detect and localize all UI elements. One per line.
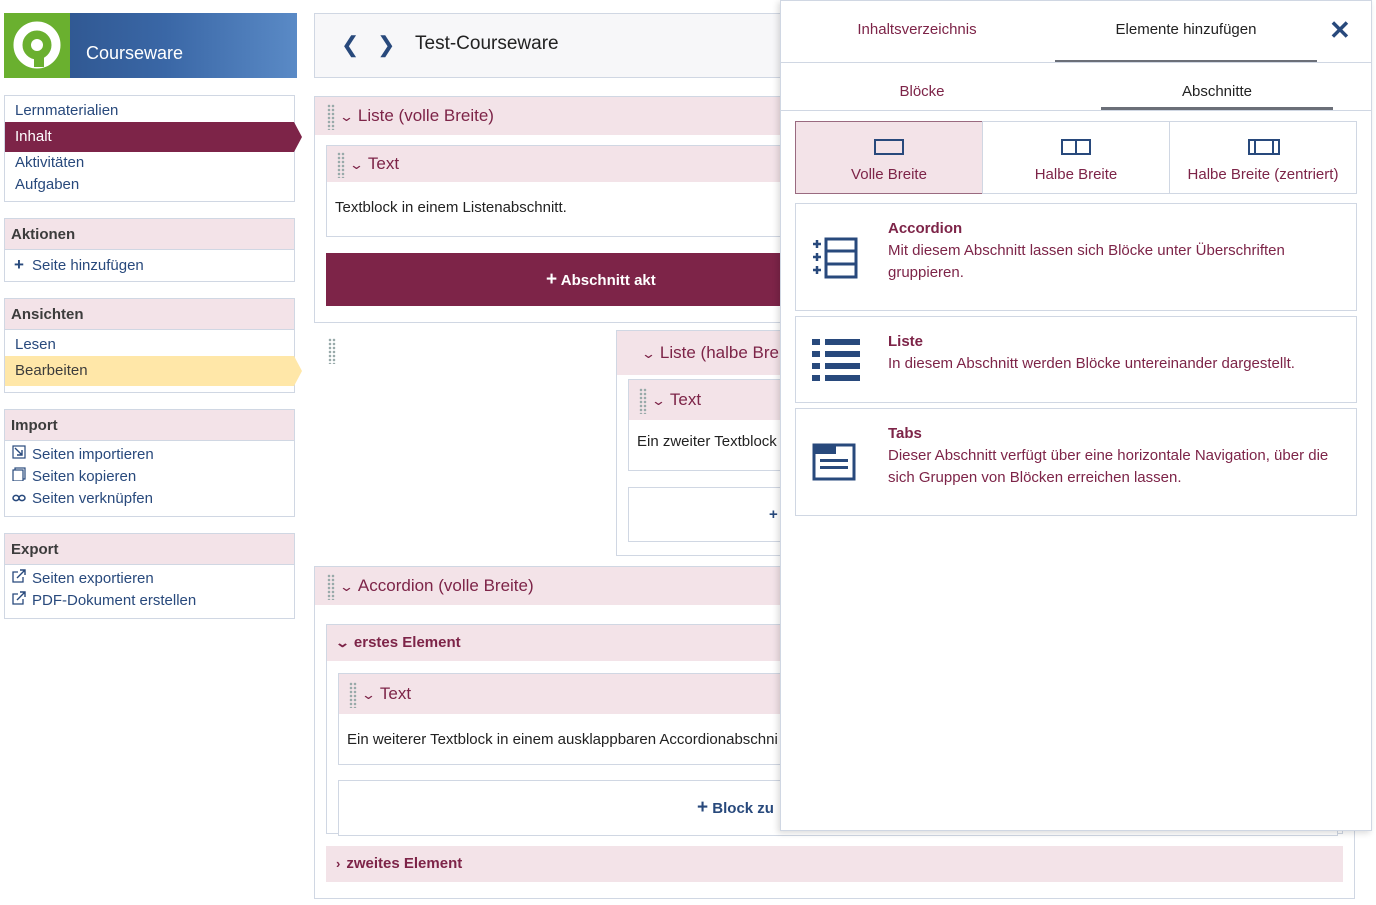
section-list-half: ⌄ Liste (halbe Brei ⌄ Text Ein zweiter Tex… bbox=[616, 330, 798, 556]
chevron-down-icon[interactable]: ⌄ bbox=[361, 675, 376, 715]
section-list-full: ⌄ Liste (volle Breite) ⌄ Text Textblock in… bbox=[314, 96, 796, 323]
chevron-down-icon[interactable]: ⌄ bbox=[339, 568, 354, 606]
block-header[interactable]: ⌄ Text bbox=[629, 380, 797, 420]
section-header[interactable]: ⌄ Liste (volle Breite) bbox=[315, 97, 793, 135]
add-page-link[interactable]: + Seite hinzufügen bbox=[5, 254, 294, 276]
page-topbar: ❮ ❯ Test-Courseware bbox=[314, 13, 794, 78]
accordion-item-2[interactable]: › zweites Element bbox=[326, 846, 1343, 882]
block-text: Ein weiterer Textblock in einem ausklapp… bbox=[347, 731, 778, 748]
layout-half-centered[interactable]: Halbe Breite (zentriert) bbox=[1169, 121, 1357, 194]
layout-half-icon bbox=[1061, 139, 1091, 155]
option-tabs[interactable]: Tabs Dieser Abschnitt verfügt über eine … bbox=[795, 408, 1357, 516]
sidebar-views: Ansichten Lesen Bearbeiten bbox=[4, 298, 302, 393]
view-read-link[interactable]: Lesen bbox=[5, 334, 294, 356]
block-header[interactable]: ⌄ Text bbox=[327, 146, 795, 182]
link-pages-link[interactable]: Seiten verknüpfen bbox=[5, 488, 294, 510]
accordion-icon bbox=[813, 237, 858, 279]
tabs-icon bbox=[812, 443, 856, 481]
chevron-right-icon[interactable]: ❯ bbox=[377, 32, 395, 58]
text-block: ⌄ Text Textblock in einem Listenabschnitt… bbox=[326, 145, 796, 237]
drag-handle-icon[interactable] bbox=[337, 151, 345, 178]
drag-handle-icon[interactable] bbox=[327, 103, 335, 130]
logo-icon bbox=[4, 13, 70, 78]
sidebar-import-title: Import bbox=[5, 410, 294, 441]
tab-toc[interactable]: Inhaltsverzeichnis bbox=[781, 21, 1053, 38]
drag-handle-icon[interactable] bbox=[349, 681, 357, 708]
block-text: Ein zweiter Textblock bbox=[637, 433, 777, 450]
sidebar-item-aktivitaeten[interactable]: Aktivitäten bbox=[5, 152, 294, 174]
sidebar-views-title: Ansichten bbox=[5, 299, 294, 330]
text-block: ⌄ Text Ein zweiter Textblock bbox=[628, 379, 798, 471]
sidebar-nav: Lernmaterialien Inhalt Aktivitäten Aufga… bbox=[4, 95, 302, 202]
sidebar-import: Import Seiten importieren Seiten kopiere… bbox=[4, 409, 295, 517]
sidebar-item-aufgaben[interactable]: Aufgaben bbox=[5, 174, 294, 196]
sidebar-actions-title: Aktionen bbox=[5, 219, 294, 250]
add-section-button[interactable]: + Abschnitt akt bbox=[326, 253, 796, 306]
divider bbox=[781, 110, 1371, 111]
list-icon bbox=[812, 339, 860, 381]
layout-full-width[interactable]: Volle Breite bbox=[795, 121, 983, 194]
plus-icon: + bbox=[697, 797, 709, 818]
chevron-down-icon[interactable]: ⌄ bbox=[651, 381, 666, 421]
export-icon bbox=[11, 568, 27, 590]
layout-half-width[interactable]: Halbe Breite bbox=[982, 121, 1170, 194]
add-elements-panel: Inhaltsverzeichnis Elemente hinzufügen ✕… bbox=[780, 0, 1372, 831]
export-icon bbox=[11, 590, 27, 612]
chevron-left-icon[interactable]: ❮ bbox=[341, 32, 359, 58]
tab-sections[interactable]: Abschnitte bbox=[1101, 83, 1333, 110]
app-logo[interactable]: Courseware bbox=[4, 13, 297, 78]
import-pages-link[interactable]: Seiten importieren bbox=[5, 444, 294, 466]
app-title: Courseware bbox=[86, 43, 184, 63]
chevron-down-icon[interactable]: ⌄ bbox=[349, 147, 364, 183]
chevron-down-icon[interactable]: ⌄ bbox=[641, 332, 656, 376]
sidebar-export-title: Export bbox=[5, 534, 294, 565]
section-header[interactable]: ⌄ Liste (halbe Brei bbox=[617, 331, 793, 375]
export-pages-link[interactable]: Seiten exportieren bbox=[5, 568, 294, 590]
view-edit-link[interactable]: Bearbeiten bbox=[5, 356, 302, 386]
chevron-down-icon[interactable]: ⌄ bbox=[339, 98, 354, 136]
sidebar-actions: Aktionen + Seite hinzufügen bbox=[4, 218, 295, 282]
layout-centered-icon bbox=[1248, 139, 1280, 155]
option-list[interactable]: Liste In diesem Abschnitt werden Blöcke … bbox=[795, 316, 1357, 403]
plus-icon: + bbox=[546, 269, 558, 290]
sidebar-export: Export Seiten exportieren PDF-Dokument e… bbox=[4, 533, 295, 619]
chevron-right-icon[interactable]: › bbox=[336, 846, 340, 882]
close-icon[interactable]: ✕ bbox=[1329, 15, 1351, 46]
import-icon bbox=[11, 444, 27, 466]
tab-add-elements[interactable]: Elemente hinzufügen bbox=[1055, 21, 1317, 63]
plus-icon: + bbox=[14, 255, 24, 274]
copy-pages-link[interactable]: Seiten kopieren bbox=[5, 466, 294, 488]
block-text: Textblock in einem Listenabschnitt. bbox=[335, 199, 567, 216]
copy-icon bbox=[11, 466, 27, 488]
drag-handle-icon[interactable] bbox=[328, 338, 336, 364]
add-block-button[interactable]: + bbox=[628, 487, 798, 542]
drag-handle-icon[interactable] bbox=[327, 573, 335, 600]
link-icon bbox=[11, 488, 27, 510]
drag-handle-icon[interactable] bbox=[639, 387, 647, 414]
create-pdf-link[interactable]: PDF-Dokument erstellen bbox=[5, 590, 294, 612]
tab-blocks[interactable]: Blöcke bbox=[781, 83, 1063, 100]
option-accordion[interactable]: Accordion Mit diesem Abschnitt lassen si… bbox=[795, 203, 1357, 311]
page-title: Test-Courseware bbox=[415, 33, 559, 54]
sidebar-item-lernmaterialien[interactable]: Lernmaterialien bbox=[5, 100, 294, 122]
layout-full-icon bbox=[874, 139, 904, 155]
sidebar-item-inhalt[interactable]: Inhalt bbox=[5, 122, 302, 152]
chevron-down-icon[interactable]: ⌄ bbox=[335, 625, 350, 661]
divider bbox=[781, 62, 1371, 63]
